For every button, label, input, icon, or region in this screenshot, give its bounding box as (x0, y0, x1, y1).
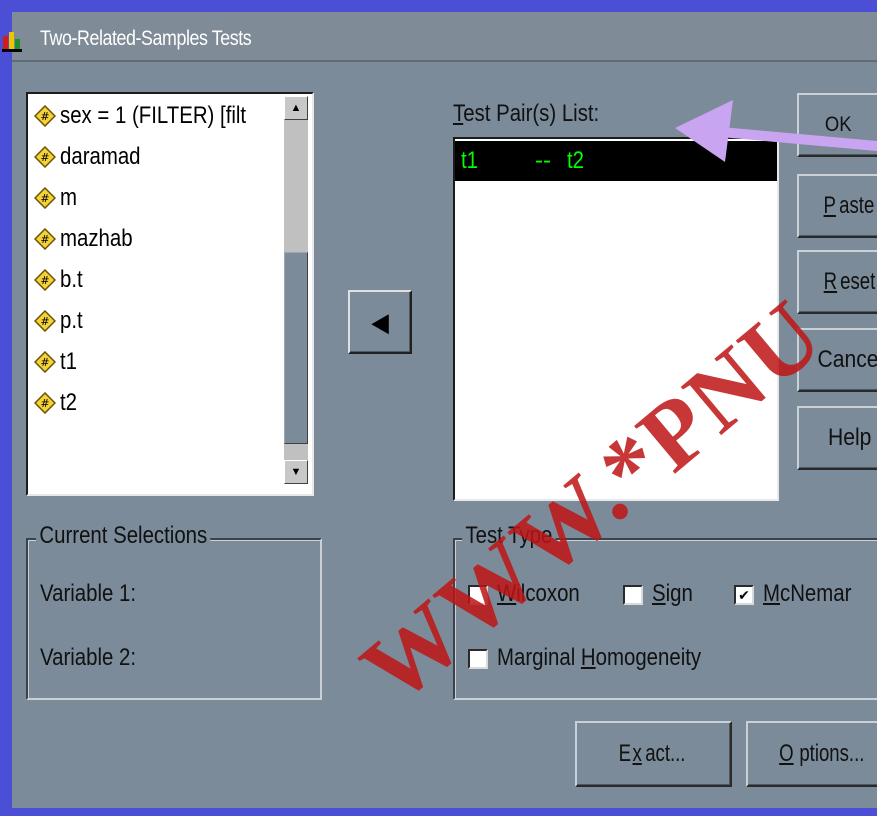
pair-var1: t1 (461, 147, 479, 174)
test-pairs-list[interactable]: t1 -- t2 (453, 137, 779, 501)
list-item[interactable]: # mazhab (34, 221, 145, 257)
scroll-thumb[interactable] (284, 252, 308, 444)
variable-list-scrollbar[interactable]: ▲ ▼ (284, 96, 308, 484)
variable-name: p.t (60, 307, 83, 334)
svg-text:#: # (40, 397, 49, 410)
wilcoxon-label: Wilcoxon (497, 580, 580, 607)
sign-label: Sign (652, 580, 693, 607)
variable-name: t2 (60, 389, 78, 416)
svg-text:#: # (40, 356, 49, 369)
move-left-arrow-icon: ◀ (371, 306, 389, 337)
numeric-variable-icon: # (34, 351, 56, 373)
numeric-variable-icon: # (34, 105, 56, 127)
numeric-variable-icon: # (34, 187, 56, 209)
list-item[interactable]: # t1 (34, 344, 80, 380)
ok-button[interactable]: OK (797, 93, 877, 157)
test-type-group (453, 538, 877, 700)
list-item[interactable]: # m (34, 180, 80, 216)
mcnemar-checkbox[interactable]: ✔ (734, 585, 754, 605)
options-button[interactable]: Options... (746, 721, 877, 787)
reset-button[interactable]: Reset (797, 250, 877, 314)
scroll-down-button[interactable]: ▼ (284, 460, 308, 484)
variable-list[interactable]: # sex = 1 (FILTER) [filt # daramad # m #… (26, 92, 314, 496)
numeric-variable-icon: # (34, 146, 56, 168)
scroll-up-button[interactable]: ▲ (284, 96, 308, 120)
current-selections-title: Current Selections (36, 522, 211, 550)
test-pairs-label: Test Pair(s) List: (453, 100, 600, 127)
pair-separator: -- (535, 147, 551, 174)
list-item[interactable]: # daramad (34, 139, 155, 175)
variable-name: b.t (60, 266, 83, 293)
sign-checkbox[interactable] (623, 585, 643, 605)
marginal-homogeneity-checkbox[interactable] (468, 649, 488, 669)
variable-name: sex = 1 (FILTER) [filt (60, 102, 247, 129)
variable-1-label: Variable 1: (40, 580, 137, 607)
test-type-title: Test Type (462, 522, 556, 550)
variable-name: daramad (60, 143, 141, 170)
list-item[interactable]: # t2 (34, 385, 80, 421)
current-selections-group (26, 538, 322, 700)
cancel-button[interactable]: Cancel (797, 328, 877, 392)
svg-text:#: # (40, 151, 49, 164)
svg-text:#: # (40, 315, 49, 328)
numeric-variable-icon: # (34, 269, 56, 291)
variable-2-label: Variable 2: (40, 644, 137, 671)
svg-text:#: # (40, 233, 49, 246)
wilcoxon-checkbox[interactable] (468, 585, 488, 605)
svg-text:#: # (40, 110, 49, 123)
numeric-variable-icon: # (34, 310, 56, 332)
pair-row[interactable]: t1 -- t2 (455, 141, 777, 181)
numeric-variable-icon: # (34, 228, 56, 250)
exact-button[interactable]: Ex act... (575, 721, 732, 787)
svg-text:#: # (40, 274, 49, 287)
variable-name: m (60, 184, 77, 211)
window-title: Two-Related-Samples Tests (40, 27, 252, 50)
mcnemar-label: McNemar (763, 580, 852, 607)
paste-button[interactable]: Paste (797, 174, 877, 238)
marginal-homogeneity-label: Marginal Homogeneity (497, 644, 702, 671)
numeric-variable-icon: # (34, 392, 56, 414)
move-pair-button[interactable]: ◀ (348, 290, 412, 354)
pair-var2: t2 (567, 147, 585, 174)
list-item[interactable]: # b.t (34, 262, 87, 298)
list-item[interactable]: # p.t (34, 303, 87, 339)
list-item[interactable]: # sex = 1 (FILTER) [filt (34, 98, 279, 134)
spss-app-icon (2, 32, 22, 52)
variable-name: t1 (60, 348, 78, 375)
svg-text:#: # (40, 192, 49, 205)
variable-name: mazhab (60, 225, 133, 252)
help-button[interactable]: Help (797, 406, 877, 470)
